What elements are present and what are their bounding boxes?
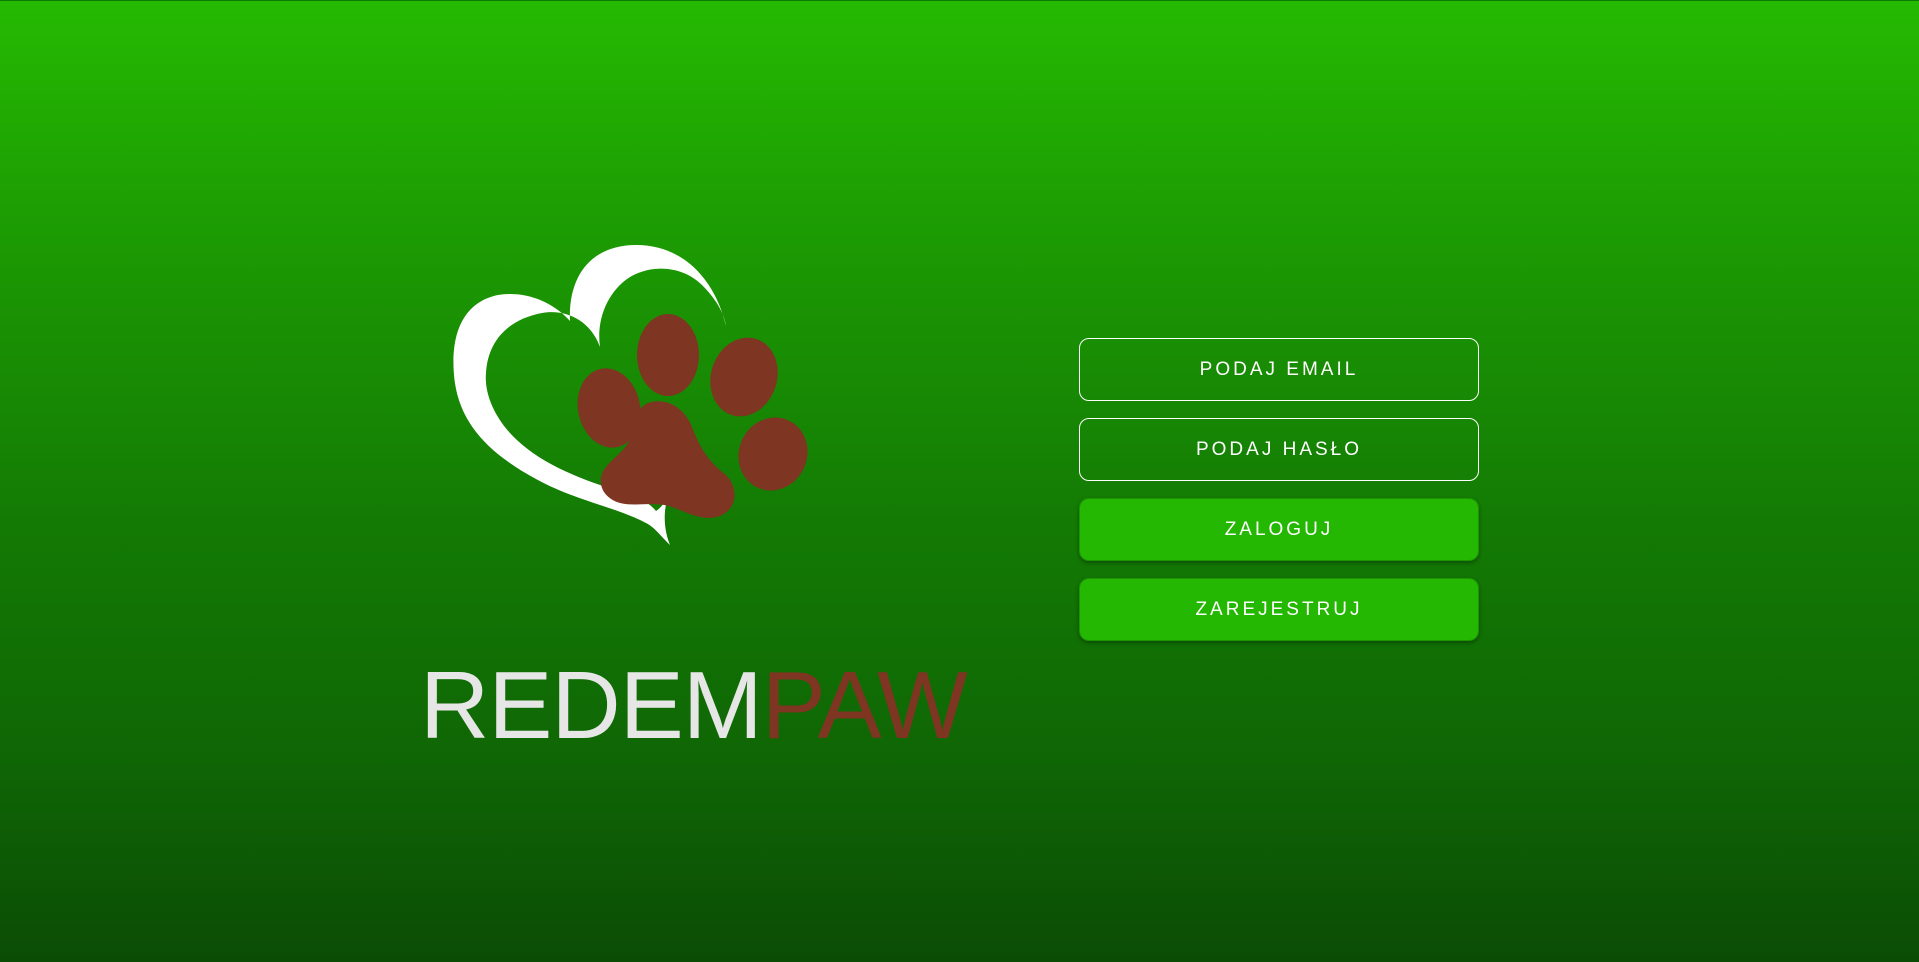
email-field[interactable]: PODAJ EMAIL [1079, 338, 1479, 401]
login-button[interactable]: ZALOGUJ [1079, 498, 1479, 561]
heart-paw-icon [453, 245, 808, 545]
brand-title: REDEMPAW [420, 652, 968, 760]
brand-title-part1: REDEM [420, 652, 763, 759]
top-border [0, 0, 1919, 1]
login-form: PODAJ EMAIL PODAJ HASŁO ZALOGUJ ZAREJEST… [1079, 338, 1479, 658]
app-logo [440, 235, 880, 615]
register-button[interactable]: ZAREJESTRUJ [1079, 578, 1479, 641]
brand-title-part2: PAW [761, 652, 968, 759]
paw-toe-3 [710, 337, 778, 417]
password-field[interactable]: PODAJ HASŁO [1079, 418, 1479, 481]
paw-toe-1 [637, 314, 699, 396]
paw-toe-4 [738, 417, 808, 491]
